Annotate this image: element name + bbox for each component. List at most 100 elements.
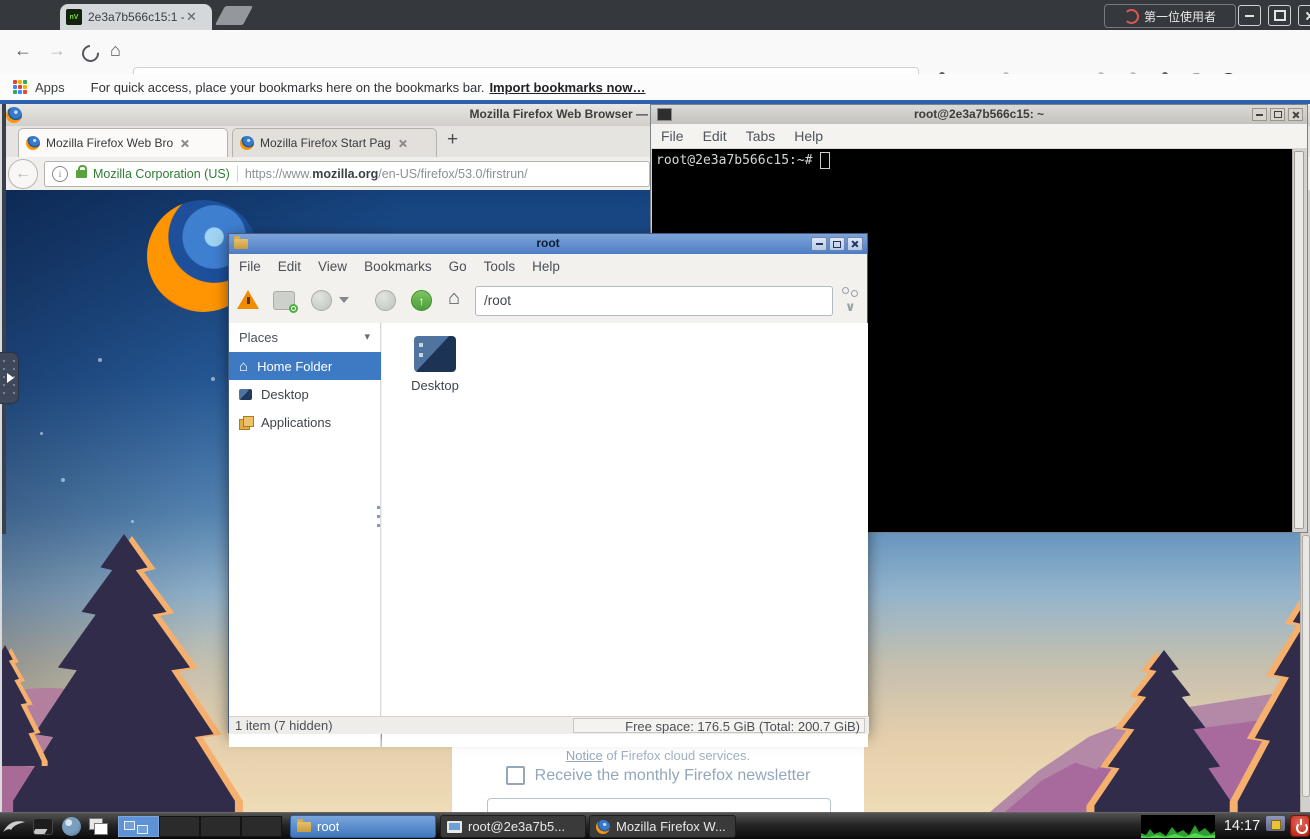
globe-icon: [62, 817, 81, 836]
email-input[interactable]: [487, 798, 831, 812]
chrome-new-tab-button[interactable]: [215, 6, 253, 25]
sync-error-icon: [1124, 9, 1139, 24]
menu-go[interactable]: Go: [449, 259, 467, 274]
chrome-close-button[interactable]: [1298, 5, 1310, 26]
cpu-monitor: [1141, 815, 1215, 838]
menu-help[interactable]: Help: [794, 128, 823, 144]
fm-close-button[interactable]: [847, 237, 863, 251]
chrome-window-frame: nV 2e3a7b566c15:1 - nc ✕ 第一位使用者: [0, 0, 1310, 30]
logout-button[interactable]: [1290, 815, 1310, 837]
newsletter-checkbox[interactable]: [506, 766, 525, 785]
terminal-minimize-button[interactable]: [1252, 108, 1267, 121]
sidebar-item-applications[interactable]: Applications: [229, 408, 381, 436]
novnc-favicon: nV: [66, 9, 82, 25]
menu-tabs[interactable]: Tabs: [746, 128, 776, 144]
info-icon[interactable]: i: [52, 166, 68, 182]
menu-file[interactable]: File: [239, 259, 261, 274]
workspace-pager[interactable]: [118, 816, 282, 837]
sidebar-item-home[interactable]: ⌂ Home Folder: [229, 352, 381, 380]
firefox-tab-active[interactable]: Mozilla Firefox Web Bro: [18, 128, 228, 157]
firefox-icon: [596, 820, 610, 834]
firefox-new-tab-button[interactable]: +: [447, 129, 458, 151]
menu-tools[interactable]: Tools: [484, 259, 516, 274]
lock-screen-button[interactable]: [1266, 816, 1285, 831]
sidebar-splitter[interactable]: [377, 506, 380, 527]
terminal-close-button[interactable]: [1288, 108, 1303, 121]
chrome-refresh-button[interactable]: [82, 45, 99, 62]
scrollbar-thumb[interactable]: [1302, 535, 1310, 797]
filemanager-titlebar[interactable]: root: [229, 234, 867, 254]
task-button-terminal[interactable]: root@2e3a7b5...: [440, 815, 586, 838]
tab-close-icon[interactable]: [398, 139, 407, 148]
windows-icon: [89, 818, 109, 835]
firefox-tab-inactive[interactable]: Mozilla Firefox Start Pag: [232, 128, 437, 157]
firefox-window-title: Mozilla Firefox Web Browser —: [470, 107, 648, 121]
terminal-cursor: [820, 152, 830, 169]
task-button-filemanager[interactable]: root: [290, 815, 436, 838]
tab-close-icon[interactable]: [180, 139, 189, 148]
app-menu-button[interactable]: [2, 815, 26, 837]
history-caret-icon[interactable]: [339, 297, 349, 303]
path-input[interactable]: /root: [475, 286, 833, 316]
url-path: /en-US/firefox/53.0/firstrun/: [378, 167, 527, 181]
scrollbar-thumb[interactable]: [1294, 151, 1304, 529]
task-button-firefox[interactable]: Mozilla Firefox W...: [589, 815, 736, 838]
chrome-tab-title: 2e3a7b566c15:1 - nc: [88, 10, 184, 24]
show-desktop-button[interactable]: [31, 815, 55, 837]
workspace-2[interactable]: [159, 816, 200, 837]
menu-edit[interactable]: Edit: [278, 259, 301, 274]
terminal-titlebar[interactable]: root@2e3a7b566c15: ~: [651, 105, 1307, 125]
filemanager-filearea[interactable]: Desktop: [382, 323, 868, 747]
fm-maximize-button[interactable]: [829, 237, 845, 251]
star-dot: [98, 358, 102, 362]
jump-icon[interactable]: ∨: [841, 287, 863, 315]
novnc-control-handle[interactable]: [0, 352, 19, 404]
terminal-scrollbar[interactable]: [1292, 149, 1306, 532]
back-icon[interactable]: [311, 290, 332, 311]
import-bookmarks-link[interactable]: Import bookmarks now…: [489, 80, 645, 95]
workspace-4[interactable]: [241, 816, 282, 837]
fm-minimize-button[interactable]: [811, 237, 827, 251]
apps-grid-icon[interactable]: [13, 80, 27, 94]
web-browser-launcher[interactable]: [59, 815, 83, 837]
menu-help[interactable]: Help: [532, 259, 560, 274]
chrome-home-button[interactable]: ⌂: [110, 40, 121, 61]
screen: nV 2e3a7b566c15:1 - nc ✕ 第一位使用者 ← → ⌂ i …: [0, 0, 1310, 839]
chrome-profile-button[interactable]: 第一位使用者: [1104, 4, 1236, 28]
terminal-maximize-button[interactable]: [1270, 108, 1285, 121]
apps-label[interactable]: Apps: [35, 80, 65, 95]
filemanager-sidebar: Places ▾ ⌂ Home Folder Desktop Applicati…: [229, 323, 381, 747]
filemanager-title: root: [229, 236, 867, 250]
firefox-back-button[interactable]: ←: [8, 159, 38, 189]
menu-file[interactable]: File: [661, 128, 684, 144]
chrome-tab-close-icon[interactable]: ✕: [186, 9, 197, 25]
firefox-favicon: [240, 136, 254, 150]
desktop-icon: [239, 389, 252, 400]
file-item-desktop[interactable]: Desktop: [396, 336, 474, 393]
chrome-maximize-button[interactable]: [1268, 5, 1291, 26]
terminal-menubar: File Edit Tabs Help: [651, 124, 1307, 149]
chrome-back-button[interactable]: ←: [14, 40, 32, 61]
star-dot: [61, 478, 65, 482]
workspace-1[interactable]: [118, 816, 159, 837]
menu-bookmarks[interactable]: Bookmarks: [364, 259, 432, 274]
home-icon[interactable]: ⌂: [448, 288, 460, 308]
menu-view[interactable]: View: [318, 259, 347, 274]
url-scheme: https://www.: [245, 167, 312, 181]
sidebar-item-desktop[interactable]: Desktop: [229, 380, 381, 408]
places-label: Places: [239, 330, 278, 345]
chrome-minimize-button[interactable]: [1238, 5, 1261, 26]
forward-icon[interactable]: [375, 290, 396, 311]
places-selector[interactable]: Places ▾: [229, 326, 380, 352]
folder-icon: [297, 822, 311, 832]
chrome-forward-button[interactable]: →: [48, 40, 66, 61]
identity-label[interactable]: Mozilla Corporation (US): [93, 167, 230, 181]
firefox-urlbar[interactable]: i Mozilla Corporation (US) https://www.m…: [44, 161, 650, 187]
workspace-3[interactable]: [200, 816, 241, 837]
chrome-profile-label: 第一位使用者: [1144, 8, 1216, 25]
up-icon[interactable]: ↑: [411, 290, 432, 311]
menu-edit[interactable]: Edit: [703, 128, 727, 144]
new-tab-icon[interactable]: [273, 291, 295, 310]
chrome-tab[interactable]: nV 2e3a7b566c15:1 - nc ✕: [60, 4, 212, 30]
filemanager-launcher[interactable]: [87, 815, 111, 837]
